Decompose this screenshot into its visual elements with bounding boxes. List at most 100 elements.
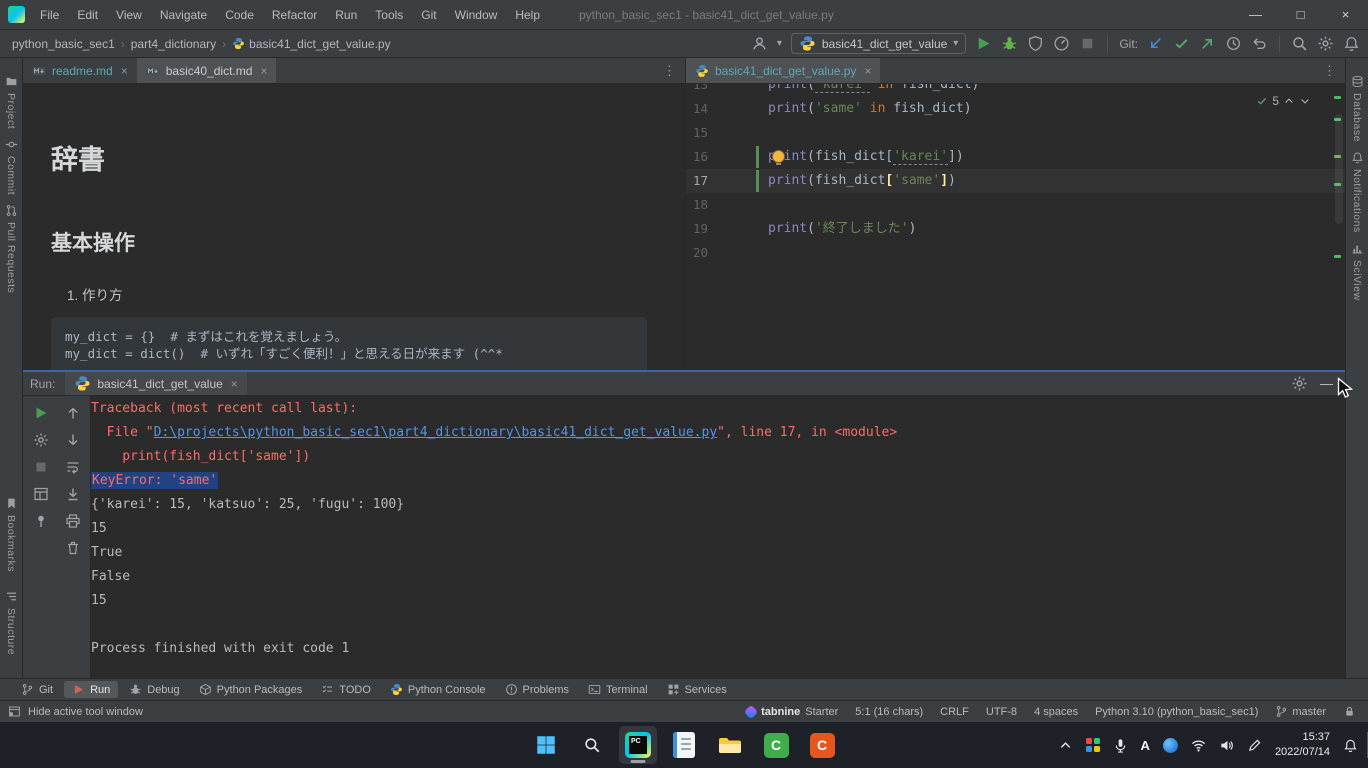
- git-commit-button[interactable]: [1173, 35, 1190, 52]
- stripe-item-commit[interactable]: Commit: [5, 138, 18, 195]
- menu-view[interactable]: View: [107, 0, 151, 30]
- taskbar-search-button[interactable]: [573, 726, 611, 764]
- prev-problem-icon[interactable]: [1283, 95, 1295, 107]
- line-number[interactable]: 18: [686, 193, 768, 217]
- explorer-taskbar-button[interactable]: [711, 726, 749, 764]
- line-number[interactable]: 17: [686, 169, 768, 193]
- hide-tool-window-button[interactable]: —: [1320, 376, 1333, 391]
- maximize-window-button[interactable]: □: [1278, 0, 1323, 30]
- stripe-item-project[interactable]: Project: [5, 75, 18, 129]
- notepad-taskbar-button[interactable]: [665, 726, 703, 764]
- run-button[interactable]: [975, 35, 992, 52]
- git-branch-widget[interactable]: master: [1275, 705, 1326, 718]
- taskbar-clock[interactable]: 15:37 2022/07/14: [1275, 730, 1330, 760]
- toolwindow-button-python-packages[interactable]: Python Packages: [191, 681, 311, 698]
- close-tab-icon[interactable]: ×: [864, 64, 871, 78]
- error-stripe[interactable]: [1331, 84, 1345, 370]
- coverage-button[interactable]: [1027, 35, 1044, 52]
- search-everywhere-icon[interactable]: [1291, 35, 1308, 52]
- stop-icon[interactable]: [33, 459, 49, 475]
- code-line-15[interactable]: 15: [686, 121, 1345, 145]
- toolwindow-button-services[interactable]: Services: [659, 681, 735, 698]
- toolwindow-button-terminal[interactable]: Terminal: [580, 681, 656, 698]
- stop-button[interactable]: [1079, 35, 1096, 52]
- run-configuration-select[interactable]: basic41_dict_get_value ▾: [791, 33, 966, 54]
- toolwindow-button-todo[interactable]: TODO: [313, 681, 379, 698]
- menu-run[interactable]: Run: [326, 0, 366, 30]
- settings-icon[interactable]: [33, 432, 49, 448]
- menu-help[interactable]: Help: [506, 0, 549, 30]
- stripe-item-database[interactable]: Database: [1351, 75, 1364, 142]
- run-tab[interactable]: basic41_dict_get_value ×: [65, 372, 246, 395]
- up-stack-icon[interactable]: [65, 405, 81, 421]
- line-separator-widget[interactable]: CRLF: [940, 706, 969, 718]
- menu-code[interactable]: Code: [216, 0, 263, 30]
- volume-icon[interactable]: [1219, 738, 1234, 753]
- breadcrumb-item-basic41-dict-get-value-py[interactable]: basic41_dict_get_value.py: [232, 37, 390, 51]
- code-line-14[interactable]: 14print('same' in fish_dict): [686, 97, 1345, 121]
- notification-center-icon[interactable]: [1343, 738, 1358, 753]
- run-console-output[interactable]: Traceback (most recent call last): File …: [91, 396, 1345, 678]
- tab-options-kebab-icon[interactable]: ⋮: [654, 63, 685, 79]
- rollback-button[interactable]: [1251, 35, 1268, 52]
- pycharm-taskbar-button[interactable]: PC: [619, 726, 657, 764]
- editor-scrollbar[interactable]: [1335, 114, 1343, 224]
- menu-window[interactable]: Window: [446, 0, 507, 30]
- stripe-item-bookmarks[interactable]: Bookmarks: [5, 497, 18, 572]
- stripe-item-structure[interactable]: Structure: [5, 590, 18, 655]
- rerun-icon[interactable]: [33, 405, 49, 421]
- code-line-19[interactable]: 19print('終了しました'): [686, 217, 1345, 241]
- code-line-18[interactable]: 18: [686, 193, 1345, 217]
- close-run-tab-icon[interactable]: ×: [231, 377, 238, 391]
- layout-icon[interactable]: [33, 486, 49, 502]
- interpreter-widget[interactable]: Python 3.10 (python_basic_sec1): [1095, 706, 1258, 718]
- breadcrumb-item-part4-dictionary[interactable]: part4_dictionary: [131, 37, 216, 51]
- code-line-13[interactable]: 13print('karei' in fish_dict): [686, 84, 1345, 97]
- ime-mode-indicator[interactable]: A: [1141, 738, 1150, 753]
- minimize-window-button[interactable]: —: [1233, 0, 1278, 30]
- orange-c-app-taskbar-button[interactable]: C: [803, 726, 841, 764]
- wifi-icon[interactable]: [1191, 738, 1206, 753]
- hidden-icons-chevron[interactable]: [1058, 738, 1073, 753]
- down-stack-icon[interactable]: [65, 432, 81, 448]
- close-tab-icon[interactable]: ×: [121, 64, 128, 78]
- breadcrumb-item-python-basic-sec1[interactable]: python_basic_sec1: [12, 37, 115, 51]
- code-editor[interactable]: 13print('karei' in fish_dict)14print('sa…: [686, 84, 1345, 370]
- pin-icon[interactable]: [33, 513, 49, 529]
- toolwindow-button-debug[interactable]: Debug: [121, 681, 187, 698]
- toolwindow-button-python-console[interactable]: Python Console: [382, 681, 494, 698]
- line-number[interactable]: 20: [686, 241, 768, 265]
- editor-tab-basic40-dict-md[interactable]: basic40_dict.md×: [137, 58, 277, 83]
- profiler-button[interactable]: [1053, 35, 1070, 52]
- line-number[interactable]: 14: [686, 97, 768, 121]
- tool-window-switcher-icon[interactable]: [8, 705, 21, 718]
- encoding-widget[interactable]: UTF-8: [986, 706, 1017, 718]
- stripe-item-sciview[interactable]: SciView: [1351, 242, 1364, 301]
- menu-tools[interactable]: Tools: [366, 0, 412, 30]
- code-line-17[interactable]: 17print(fish_dict['same']): [686, 169, 1345, 193]
- tabnine-widget[interactable]: tabnine Starter: [746, 706, 838, 718]
- toolwindow-button-run[interactable]: Run: [64, 681, 118, 698]
- editor-tab-readme-md[interactable]: readme.md×: [23, 58, 137, 83]
- menu-refactor[interactable]: Refactor: [263, 0, 326, 30]
- line-number[interactable]: 16: [686, 145, 768, 169]
- menu-edit[interactable]: Edit: [68, 0, 107, 30]
- run-settings-gear-icon[interactable]: [1291, 375, 1308, 392]
- microphone-tray-icon[interactable]: [1113, 738, 1128, 753]
- tab-options-kebab-icon[interactable]: ⋮: [1314, 63, 1345, 79]
- scroll-end-icon[interactable]: [65, 486, 81, 502]
- green-c-app-taskbar-button[interactable]: C: [757, 726, 795, 764]
- start-button[interactable]: [527, 726, 565, 764]
- inspections-widget[interactable]: 5: [1256, 94, 1311, 108]
- history-button[interactable]: [1225, 35, 1242, 52]
- indent-widget[interactable]: 4 spaces: [1034, 706, 1078, 718]
- menu-git[interactable]: Git: [412, 0, 445, 30]
- close-tab-icon[interactable]: ×: [260, 64, 267, 78]
- editor-tab-basic41-dict-get-value-py[interactable]: basic41_dict_get_value.py×: [686, 58, 880, 83]
- caret-position-widget[interactable]: 5:1 (16 chars): [855, 706, 923, 718]
- pen-tray-icon[interactable]: [1247, 738, 1262, 753]
- settings-gear-icon[interactable]: [1317, 35, 1334, 52]
- close-window-button[interactable]: ×: [1323, 0, 1368, 30]
- intention-bulb-icon[interactable]: [772, 150, 785, 163]
- debug-button[interactable]: [1001, 35, 1018, 52]
